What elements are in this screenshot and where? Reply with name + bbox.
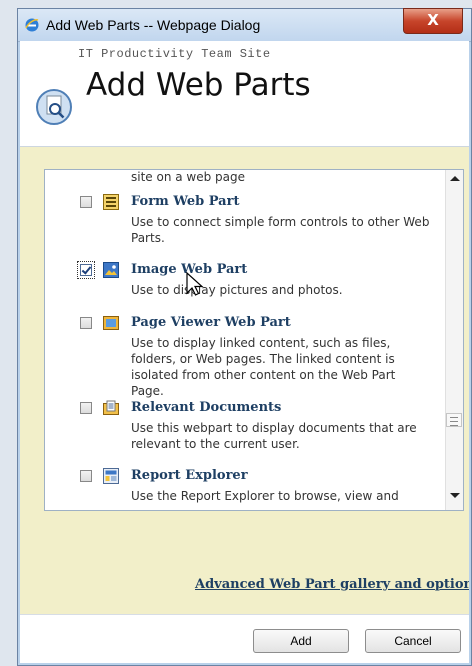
internet-explorer-icon <box>25 18 39 32</box>
scroll-down-arrow-icon[interactable] <box>450 493 460 498</box>
scrollbar-thumb[interactable] <box>446 413 462 427</box>
dialog-body: site on a web page Form Web Part Use to … <box>20 146 469 639</box>
page-viewer-icon <box>103 316 119 330</box>
list-item-relevant-documents[interactable]: Relevant Documents Use this webpart to d… <box>45 398 445 451</box>
item-name: Form Web Part <box>131 194 240 209</box>
partial-item-description: site on a web page <box>131 170 246 184</box>
item-description: Use to display pictures and photos. <box>131 283 343 297</box>
item-description: Use this webpart to display documents th… <box>131 421 417 451</box>
documents-icon <box>103 400 119 415</box>
list-item-report-explorer[interactable]: Report Explorer Use the Report Explorer … <box>45 466 445 510</box>
checkbox-image-web-part[interactable] <box>77 261 95 279</box>
dialog-window: Add Web Parts -- Webpage Dialog X IT Pro… <box>17 8 472 666</box>
list-scrollbar[interactable] <box>445 170 463 510</box>
list-item-image-web-part[interactable]: Image Web Part Use to display pictures a… <box>45 260 445 297</box>
checkbox-form-web-part[interactable] <box>80 196 92 208</box>
image-icon <box>103 262 119 278</box>
title-bar[interactable]: Add Web Parts -- Webpage Dialog X <box>18 8 471 42</box>
dialog-footer: Add Cancel <box>20 614 469 663</box>
window-title: Add Web Parts -- Webpage Dialog <box>46 17 261 33</box>
item-name: Image Web Part <box>131 262 248 277</box>
add-web-parts-icon <box>36 89 72 125</box>
web-part-list[interactable]: site on a web page Form Web Part Use to … <box>44 169 464 511</box>
item-description: Use the Report Explorer to browse, view … <box>131 489 399 503</box>
dialog-content: IT Productivity Team Site Add Web Parts … <box>20 41 469 663</box>
checkbox-relevant-documents[interactable] <box>80 402 92 414</box>
close-button[interactable]: X <box>403 8 463 34</box>
report-icon <box>103 468 119 484</box>
close-icon: X <box>427 11 439 29</box>
dialog-header: IT Productivity Team Site Add Web Parts <box>20 41 469 146</box>
add-button[interactable]: Add <box>253 629 349 653</box>
checkbox-page-viewer-web-part[interactable] <box>80 317 92 329</box>
item-description: Use to display linked content, such as f… <box>131 336 396 398</box>
scroll-up-arrow-icon[interactable] <box>450 176 460 181</box>
form-icon <box>103 194 119 210</box>
checkbox-report-explorer[interactable] <box>80 470 92 482</box>
item-name: Relevant Documents <box>131 400 282 415</box>
advanced-gallery-link[interactable]: Advanced Web Part gallery and options <box>195 577 469 592</box>
web-part-list-content: site on a web page Form Web Part Use to … <box>45 170 445 510</box>
item-description: Use to connect simple form controls to o… <box>131 215 430 245</box>
item-name: Page Viewer Web Part <box>131 315 291 330</box>
item-name: Report Explorer <box>131 468 248 483</box>
site-name: IT Productivity Team Site <box>78 47 271 61</box>
list-item-page-viewer-web-part[interactable]: Page Viewer Web Part Use to display link… <box>45 313 445 398</box>
page-title: Add Web Parts <box>86 67 311 103</box>
cancel-button[interactable]: Cancel <box>365 629 461 653</box>
list-item-form-web-part[interactable]: Form Web Part Use to connect simple form… <box>45 192 445 245</box>
